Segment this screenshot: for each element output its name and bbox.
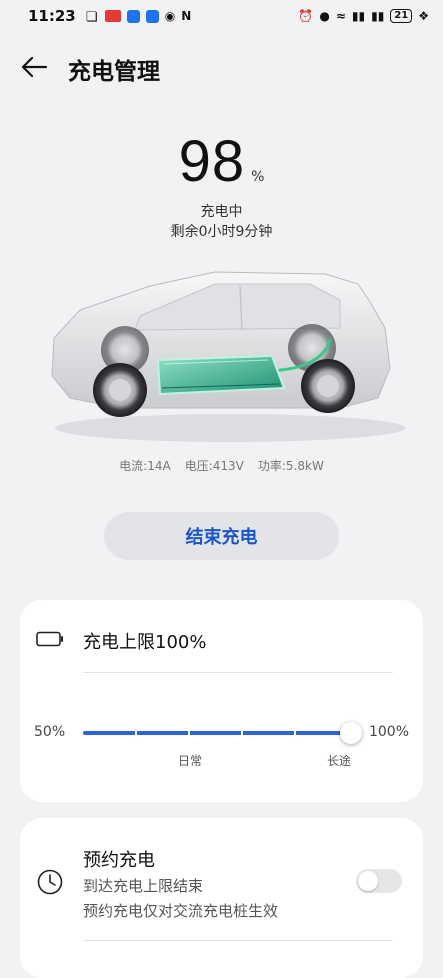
page-title: 充电管理 [68, 59, 160, 85]
status-left: 11:23 ❏ ◉ N [28, 7, 191, 25]
signal-2-icon: ▮▮ [371, 9, 385, 23]
slider-tick [135, 731, 137, 735]
cloud-app-icon [145, 9, 159, 23]
status-right: ⏰ ● ≈ ▮▮ ▮▮ 21 ❖ [298, 9, 429, 23]
slider-tick [294, 731, 296, 735]
clock-icon [37, 869, 63, 895]
schedule-title: 预约充电 [83, 850, 155, 871]
slider-tick [188, 731, 190, 735]
toggle-knob [358, 871, 378, 891]
end-charge-button[interactable]: 结束充电 [104, 512, 339, 560]
charge-percent: 98 % [0, 128, 443, 195]
nfc-icon: N [181, 9, 192, 23]
metric-voltage: 电压:413V [184, 459, 244, 473]
charge-limit-slider-track[interactable] [83, 731, 352, 735]
battery-pack [156, 354, 286, 396]
divider [83, 672, 393, 673]
bluetooth-app-icon [126, 9, 140, 23]
charge-metrics: 电流:14A 电压:413V 功率:5.8kW [0, 457, 443, 474]
slider-tick [241, 731, 243, 735]
back-arrow-icon[interactable] [20, 53, 48, 81]
preset-long-trip-label[interactable]: 长途 [327, 752, 351, 769]
schedule-subtitle-2: 预约充电仅对交流充电桩生效 [83, 902, 279, 920]
battery-outline-icon [36, 631, 63, 647]
schedule-subtitle-1: 到达充电上限结束 [83, 877, 204, 895]
wechat-icon: ❏ [85, 9, 98, 25]
location-icon: ● [319, 9, 330, 23]
charge-status: 充电中 [200, 204, 243, 220]
charge-limit-slider-thumb[interactable] [340, 722, 362, 744]
app-notification-icon [104, 10, 121, 22]
wifi-icon: ≈ [335, 9, 346, 23]
metric-current: 电流:14A [119, 459, 171, 473]
slider-min-label: 50% [34, 724, 66, 740]
schedule-charge-card: 预约充电 到达充电上限结束 预约充电仅对交流充电桩生效 [20, 818, 423, 978]
eye-icon: ◉ [164, 9, 176, 23]
battery-icon: 21 [390, 9, 413, 23]
leaf-icon: ❖ [418, 9, 429, 23]
signal-icon: ▮▮ [351, 9, 366, 23]
charge-remaining: 剩余0小时9分钟 [170, 224, 273, 240]
charge-unit: % [251, 169, 265, 185]
alarm-icon: ⏰ [298, 9, 314, 23]
status-bar: 11:23 ❏ ◉ N ⏰ ● ≈ ▮▮ ▮▮ 21 ❖ [0, 0, 443, 32]
charge-limit-card: 充电上限100% 50% 100% 日常 长途 [20, 600, 423, 802]
charge-number: 98 [178, 129, 246, 194]
status-time: 11:23 [28, 7, 76, 25]
preset-daily-label[interactable]: 日常 [178, 752, 202, 769]
app-bar: 充电管理 [0, 42, 443, 92]
schedule-charge-toggle[interactable] [356, 869, 402, 893]
metric-power: 功率:5.8kW [257, 459, 324, 473]
car-illustration [51, 271, 405, 442]
charge-limit-title: 充电上限100% [83, 632, 207, 653]
divider [83, 940, 393, 941]
slider-max-label: 100% [368, 724, 409, 740]
